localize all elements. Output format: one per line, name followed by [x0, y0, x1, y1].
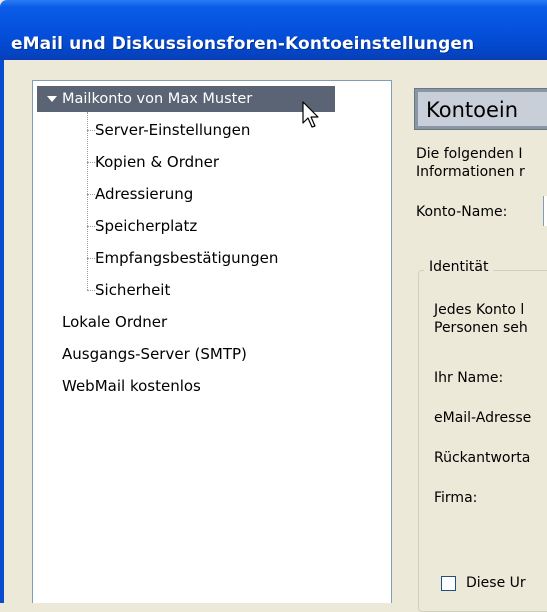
tree-connector — [87, 226, 95, 227]
panel-title: Kontoein — [426, 98, 519, 122]
tree-connector — [87, 130, 95, 131]
tree-item-speicherplatz[interactable]: Speicherplatz — [95, 213, 197, 239]
tree-item-server-einstellungen[interactable]: Server-Einstellungen — [95, 117, 250, 143]
konto-name-label: Konto-Name: — [416, 204, 508, 220]
tree-connector-line — [87, 112, 88, 290]
tree-item-adressierung[interactable]: Adressierung — [95, 181, 193, 207]
intro-text-line2: Informationen r — [416, 164, 525, 180]
tree-connector — [87, 290, 95, 291]
expand-twisty-icon[interactable] — [47, 96, 57, 102]
checkbox-label: Diese Ur — [466, 575, 526, 591]
tree-connector — [87, 258, 95, 259]
tree-item-kopien-ordner[interactable]: Kopien & Ordner — [95, 149, 219, 175]
company-label: Firma: — [434, 490, 478, 506]
tree-item-sicherheit[interactable]: Sicherheit — [95, 277, 170, 303]
tree-item-empfangsbestaetigungen[interactable]: Empfangsbestätigungen — [95, 245, 278, 271]
tree-item-label: Mailkonto von Max Muster — [62, 91, 253, 107]
intro-text-line1: Die folgenden I — [416, 146, 523, 162]
account-tree[interactable]: Mailkonto von Max Muster Server-Einstell… — [32, 80, 392, 603]
tree-item-lokale-ordner[interactable]: Lokale Ordner — [62, 309, 167, 335]
tree-item-webmail[interactable]: WebMail kostenlos — [62, 373, 201, 399]
tree-connector — [87, 162, 95, 163]
tree-item-mailkonto[interactable]: Mailkonto von Max Muster — [37, 86, 335, 112]
name-label: Ihr Name: — [434, 370, 504, 386]
konto-name-field[interactable] — [543, 196, 547, 226]
email-label: eMail-Adresse — [434, 410, 532, 426]
reply-to-label: Rückantworta — [434, 450, 531, 466]
tree-item-ausgangs-server[interactable]: Ausgangs-Server (SMTP) — [62, 341, 247, 367]
mouse-cursor-icon — [302, 101, 319, 128]
title-bar[interactable]: eMail und Diskussionsforen-Kontoeinstell… — [0, 0, 547, 60]
window-title: eMail und Diskussionsforen-Kontoeinstell… — [11, 34, 475, 54]
identity-text-line1: Jedes Konto l — [434, 302, 525, 318]
identity-text-line2: Personen seh — [434, 320, 528, 336]
identity-checkbox[interactable] — [441, 576, 456, 591]
identity-legend: Identität — [424, 259, 494, 275]
panel-header: Kontoein — [414, 88, 547, 130]
tree-connector — [87, 194, 95, 195]
